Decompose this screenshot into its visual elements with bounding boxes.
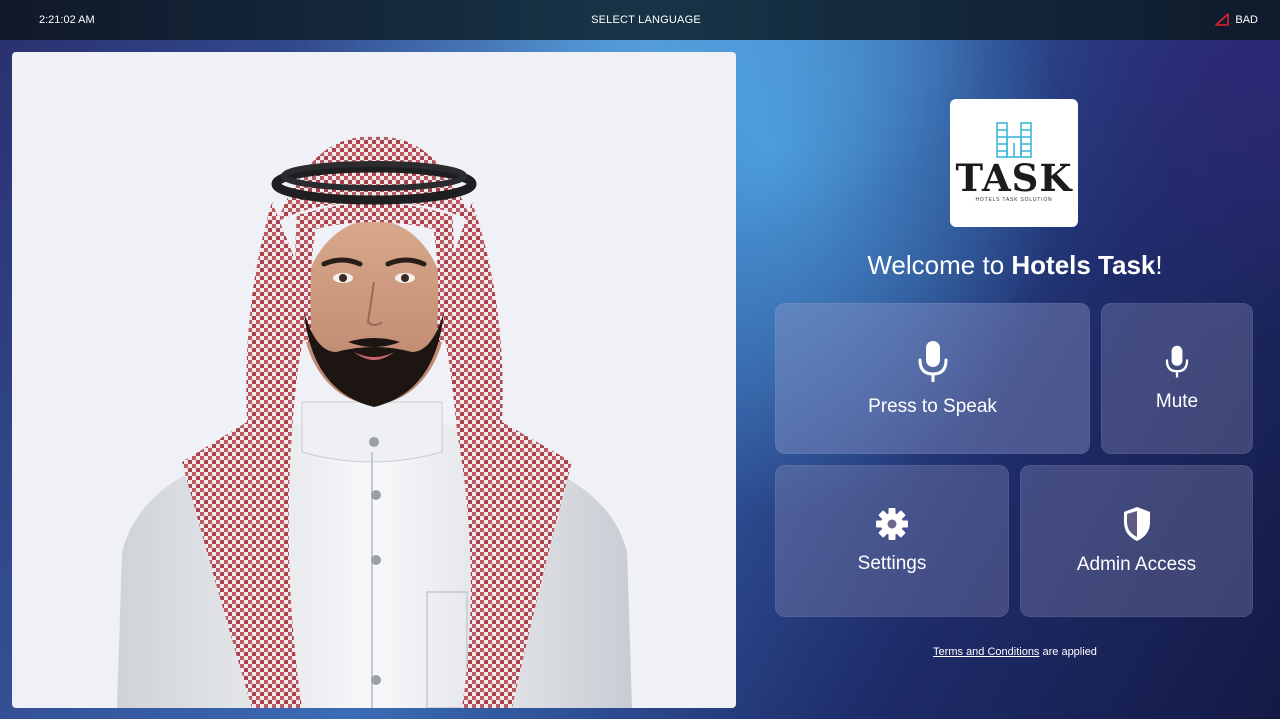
- microphone-icon: [1165, 345, 1189, 377]
- press-to-speak-label: Press to Speak: [868, 395, 997, 417]
- warning-triangle-icon: [1215, 13, 1230, 26]
- microphone-icon: [918, 340, 947, 382]
- hotels-task-logo: TASK HOTELS TASK SOLUTION: [950, 99, 1078, 227]
- welcome-prefix: Welcome to: [867, 250, 1012, 280]
- mute-label: Mute: [1155, 390, 1199, 412]
- press-to-speak-button[interactable]: Press to Speak: [775, 303, 1090, 454]
- select-language-button[interactable]: SELECT LANGUAGE: [0, 14, 1280, 26]
- connection-status-label: BAD: [1235, 13, 1258, 26]
- status-bar: 2:21:02 AM SELECT LANGUAGE BAD: [0, 0, 1280, 40]
- terms-link[interactable]: Terms and Conditions: [933, 646, 1039, 658]
- terms-suffix: are applied: [1039, 646, 1097, 658]
- gear-icon: [876, 508, 908, 540]
- connection-status: BAD: [1215, 13, 1258, 26]
- welcome-suffix: !: [1155, 250, 1163, 280]
- logo-tagline: HOTELS TASK SOLUTION: [975, 197, 1053, 203]
- settings-label: Settings: [857, 553, 927, 574]
- avatar-image: [117, 136, 632, 708]
- mute-button[interactable]: Mute: [1101, 303, 1253, 454]
- welcome-brand: Hotels Task: [1011, 250, 1156, 280]
- settings-button[interactable]: Settings: [775, 465, 1009, 617]
- shield-icon: [1123, 507, 1150, 541]
- welcome-heading: Welcome to Hotels Task!: [800, 249, 1230, 281]
- admin-access-label: Admin Access: [1076, 554, 1197, 575]
- avatar-video-panel: [12, 52, 736, 708]
- terms-notice: Terms and Conditions are applied: [800, 646, 1230, 658]
- logo-wordmark: TASK: [955, 156, 1073, 200]
- admin-access-button[interactable]: Admin Access: [1020, 465, 1253, 617]
